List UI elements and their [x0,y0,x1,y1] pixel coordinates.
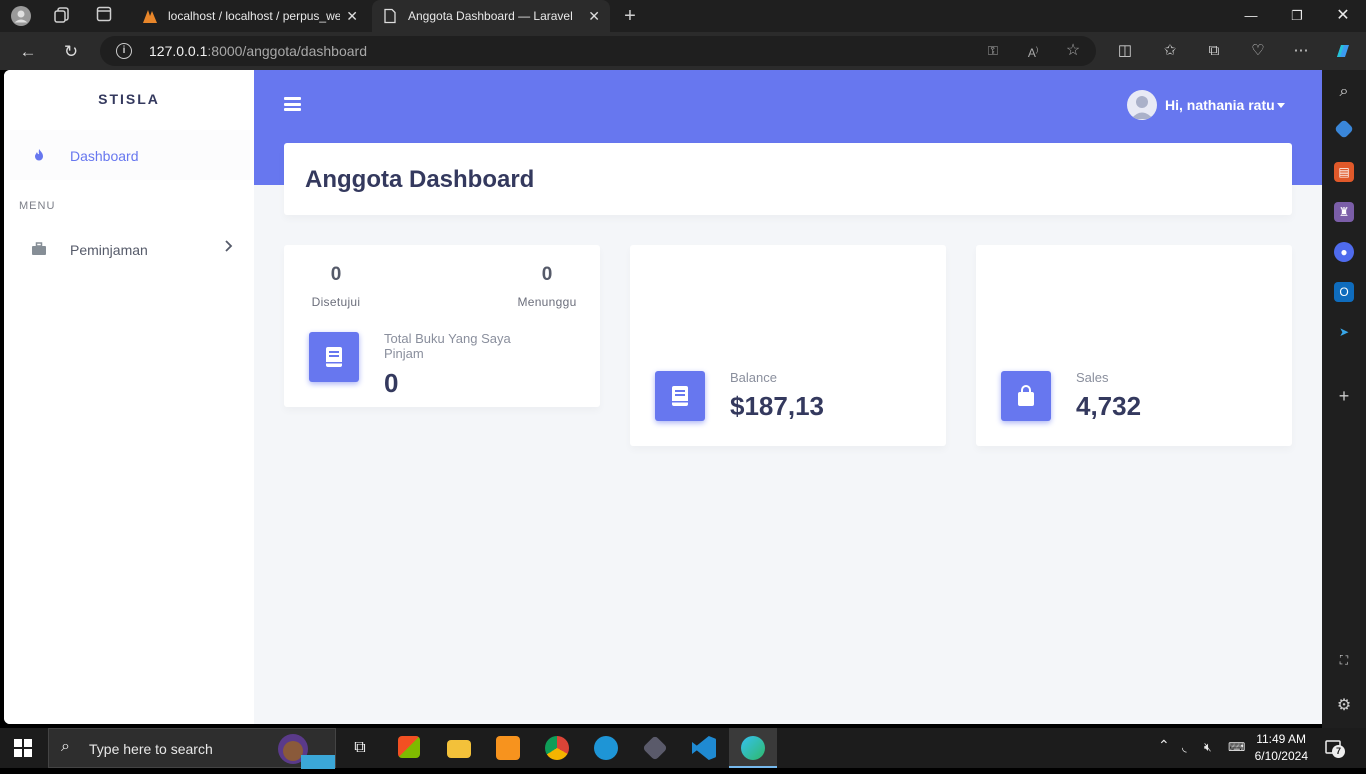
close-tab-icon[interactable]: ✕ [346,0,358,32]
task-view-icon[interactable]: ⧉ [336,728,384,768]
git-app-icon[interactable] [631,728,679,768]
url-host: 127.0.0.1:8000/anggota/dashboard [149,43,367,59]
search-highlight-illustration [275,729,335,769]
minimize-icon[interactable]: — [1228,0,1274,32]
windows-taskbar: ⌕ Type here to search ⧉ ⌃ ◟ 🔇︎ ⌨ 11:49 A… [0,728,1366,769]
phpmyadmin-icon [143,10,157,23]
caret-down-icon[interactable] [1277,103,1285,108]
screenshot-icon[interactable]: ⛶ [1334,650,1354,670]
clock-time[interactable]: 11:49 AM [1254,732,1306,746]
book-icon [309,332,359,382]
search-placeholder: Type here to search [89,741,213,757]
avatar[interactable] [1127,90,1157,120]
browser-essentials-icon[interactable]: ♡ [1248,41,1268,61]
site-info-icon[interactable]: i [116,43,132,59]
wifi-icon[interactable]: ◟ [1182,740,1187,754]
card-value: $187,13 [730,391,824,421]
sidebar-item-label: Peminjaman [70,242,148,258]
card-label: Sales [1076,370,1109,385]
shopping-bag-icon [1001,371,1051,421]
file-explorer-icon[interactable] [435,728,483,768]
mysql-workbench-icon[interactable] [582,728,630,768]
user-greeting[interactable]: Hi, nathania ratu [1165,97,1275,113]
toolbox-icon[interactable]: ▤ [1334,162,1354,182]
profile-icon[interactable] [11,6,31,26]
send-icon[interactable]: ➤ [1334,322,1354,342]
address-toolbar: ← ↻ i 127.0.0.1:8000/anggota/dashboard ⚿… [0,32,1366,70]
fire-icon [35,149,43,161]
menu-header: MENU [19,200,56,212]
address-bar[interactable]: i 127.0.0.1:8000/anggota/dashboard ⚿ A) … [100,36,1096,66]
close-window-icon[interactable]: ✕ [1320,0,1366,32]
new-tab-icon[interactable]: + [620,6,640,26]
main-content: Hi, nathania ratu Anggota Dashboard 0 Di… [254,70,1322,724]
menunggu-count: 0 [541,264,553,285]
chrome-icon[interactable] [533,728,581,768]
main-sidebar: STISLA Dashboard MENU Peminjaman [4,70,254,724]
refresh-icon[interactable]: ↻ [60,41,82,63]
chevron-right-icon [224,239,234,256]
hamburger-menu-icon[interactable] [284,97,301,111]
balance-card: Balance $187,13 [630,245,946,446]
disetujui-count: 0 [330,264,342,285]
close-tab-icon[interactable]: ✕ [588,0,600,32]
menunggu-label: Menunggu [517,295,577,309]
collections-icon[interactable]: ⧉ [1204,41,1224,61]
password-key-icon[interactable]: ⚿ [984,42,1002,60]
tab-title: localhost / localhost / perpus_we [168,9,340,23]
sales-card: Sales 4,732 [976,245,1292,446]
brand-logo[interactable]: STISLA [4,91,254,107]
page-title: Anggota Dashboard [305,166,535,193]
card-value: 0 [384,368,399,398]
section-header: Anggota Dashboard [284,143,1292,215]
sidebar-item-label: Dashboard [70,148,139,164]
page-icon [384,8,396,24]
microsoft365-icon[interactable]: ● [1334,242,1354,262]
clock-date[interactable]: 6/10/2024 [1250,749,1308,763]
card-label: Balance [730,370,777,385]
notification-count: 7 [1332,745,1345,758]
vscode-icon[interactable] [680,728,728,768]
restore-icon[interactable]: ❐ [1274,0,1320,32]
workspaces-icon[interactable] [52,6,72,26]
games-icon[interactable]: ♜ [1334,202,1354,222]
split-screen-icon[interactable]: ◫ [1115,41,1135,61]
add-icon[interactable]: + [1334,386,1354,406]
tab-anggota-dashboard[interactable]: Anggota Dashboard — Laravel ✕ [372,0,610,32]
favorite-star-icon[interactable]: ☆ [1064,42,1082,60]
settings-gear-icon[interactable]: ⚙ [1334,696,1354,716]
briefcase-icon [32,242,46,255]
book-icon [655,371,705,421]
notification-icon[interactable]: 7 [1324,738,1345,758]
shopping-tag-icon[interactable] [1334,119,1354,139]
peminjaman-summary-card: 0 Disetujui 0 Menunggu Total Buku Yang S… [284,245,600,407]
read-aloud-icon[interactable]: A) [1024,42,1042,60]
tab-actions-icon[interactable] [94,6,114,26]
sidebar-item-peminjaman[interactable]: Peminjaman [4,228,254,272]
favorites-icon[interactable]: ✩ [1160,41,1180,61]
edge-sidebar: ⌕ ▤ ♜ ● O ➤ + ⛶ ⚙ [1322,70,1366,728]
tab-phpmyadmin[interactable]: localhost / localhost / perpus_we ✕ [132,0,368,32]
show-hidden-icons-icon[interactable]: ⌃ [1158,737,1170,754]
disetujui-label: Disetujui [311,295,361,309]
browser-tab-bar: localhost / localhost / perpus_we ✕ Angg… [0,0,1366,32]
card-label: Total Buku Yang Saya Pinjam [384,331,511,361]
sidebar-item-dashboard[interactable]: Dashboard [4,130,254,180]
volume-muted-icon[interactable]: 🔇︎ [1204,740,1212,755]
input-method-icon[interactable]: ⌨ [1228,740,1245,754]
search-icon: ⌕ [61,738,70,755]
windows-start-icon[interactable] [14,739,32,757]
tab-title: Anggota Dashboard — Laravel [408,9,573,23]
microsoft-store-icon[interactable] [386,728,434,768]
back-icon[interactable]: ← [17,41,39,63]
search-icon[interactable]: ⌕ [1334,82,1354,102]
xampp-icon[interactable] [484,728,532,768]
taskbar-search-input[interactable]: ⌕ Type here to search [48,728,336,769]
page-viewport: STISLA Dashboard MENU Peminjaman Hi, nat… [4,70,1322,724]
more-options-icon[interactable]: ⋯ [1291,41,1311,61]
edge-icon[interactable] [729,728,777,768]
copilot-icon[interactable] [1333,41,1353,61]
card-value: 4,732 [1076,391,1142,421]
outlook-icon[interactable]: O [1334,282,1354,302]
